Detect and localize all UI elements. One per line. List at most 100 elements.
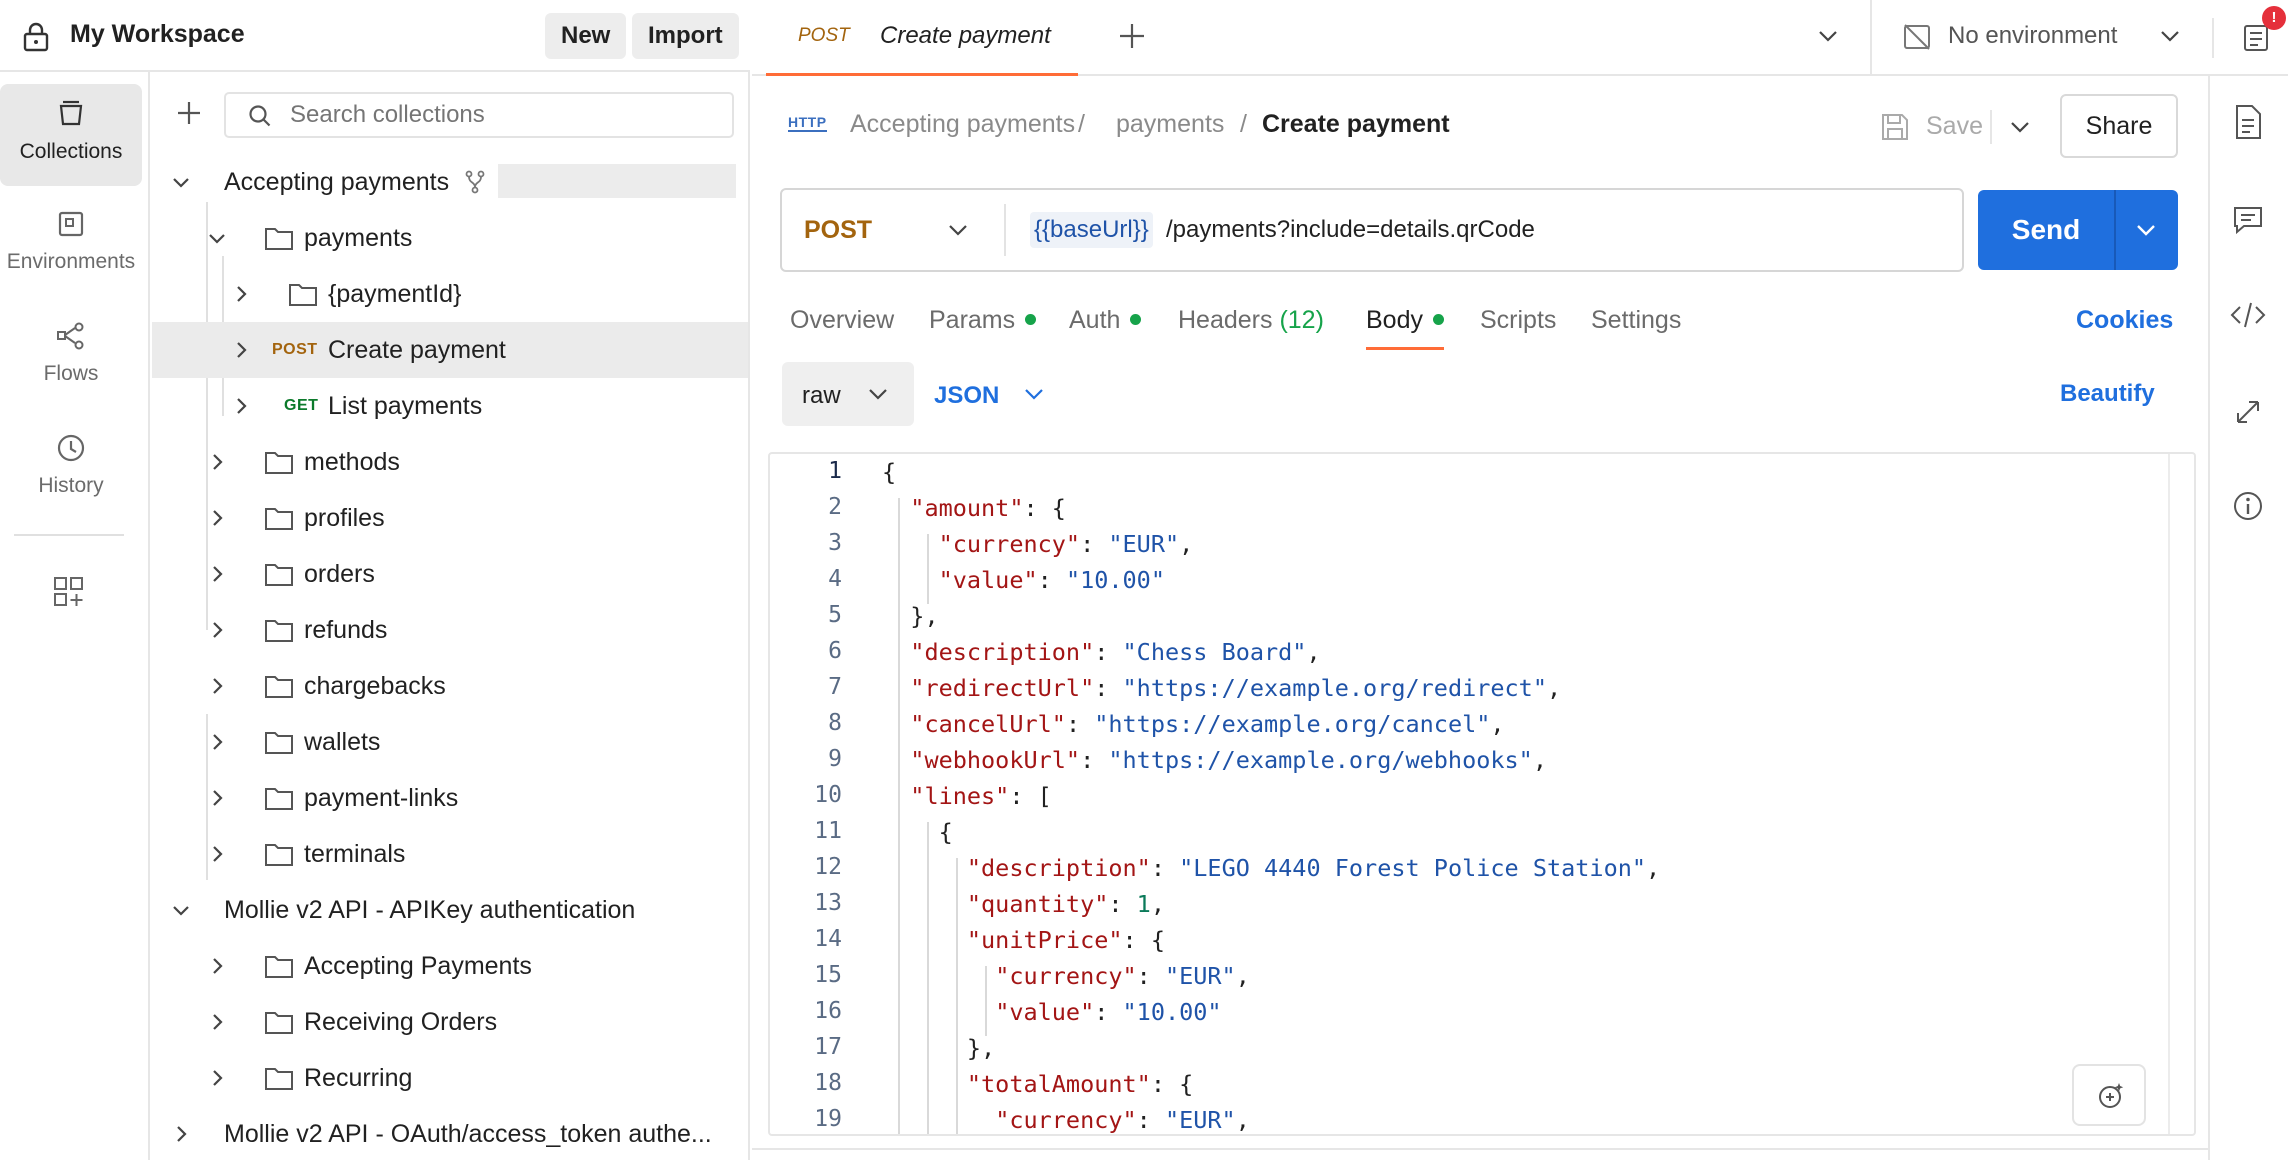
chevron-down-icon[interactable] [2134, 218, 2158, 242]
tree-item-folder[interactable]: payment-links [152, 770, 748, 826]
sparkle-icon [2099, 1083, 2124, 1108]
chevron-right-icon [213, 1070, 223, 1086]
workspace-title[interactable]: My Workspace [70, 20, 245, 49]
breadcrumb-separator: / [1078, 110, 1085, 138]
tab-settings[interactable]: Settings [1591, 306, 1681, 335]
new-button[interactable]: New [545, 13, 627, 59]
chevron-right-icon [213, 678, 223, 694]
tree-item-folder[interactable]: profiles [152, 490, 748, 546]
notifications-button[interactable]: ! [2242, 6, 2286, 58]
tree-item-folder[interactable]: refunds [152, 602, 748, 658]
chevron-down-icon [173, 906, 189, 916]
indent-guide [898, 498, 900, 1134]
code-editor[interactable]: 1 {2 "amount": {3 "currency": "EUR", 4 "va… [768, 452, 2196, 1136]
tree-item-folder[interactable]: methods [152, 434, 748, 490]
notification-badge: ! [2262, 6, 2286, 30]
folder-icon [265, 844, 293, 866]
rail-label: History [38, 474, 104, 497]
rail-collections[interactable]: Collections [0, 84, 142, 186]
tree-item-label: terminals [304, 839, 406, 868]
tree-item-request[interactable]: POST Create payment [152, 322, 748, 378]
related-collections-icon[interactable] [2232, 396, 2264, 428]
rail-environments[interactable]: Environments [0, 208, 142, 308]
status-dot [1025, 313, 1037, 325]
ai-assist-button[interactable] [2072, 1064, 2146, 1126]
environment-selector[interactable]: No environment [1902, 0, 2202, 76]
scrollbar-track[interactable] [2168, 454, 2170, 1134]
tab-label: Params [929, 306, 1016, 334]
plus-icon[interactable] [176, 100, 202, 126]
folder-icon [265, 452, 293, 474]
comments-icon[interactable] [2232, 204, 2264, 236]
save-button[interactable]: Save [1880, 98, 2004, 156]
import-button[interactable]: Import [632, 13, 739, 59]
tab-overview[interactable]: Overview [790, 306, 894, 335]
tab-create-payment[interactable]: POST Create payment [766, 0, 1078, 76]
tree-item-folder[interactable]: Accepting Payments [152, 938, 748, 994]
tab-headers[interactable]: Headers (12) [1178, 306, 1324, 335]
share-button[interactable]: Share [2060, 94, 2178, 158]
add-workspace-item-icon[interactable] [52, 575, 86, 609]
code-line: "webhookUrl": "https://example.org/webho… [910, 746, 1547, 774]
tree-item-folder[interactable]: orders [152, 546, 748, 602]
chevron-down-icon[interactable] [1816, 24, 1840, 48]
method-select[interactable]: POST [782, 190, 1004, 270]
divider [1870, 0, 1872, 76]
tab-scripts[interactable]: Scripts [1480, 306, 1556, 335]
breadcrumb-request[interactable]: Create payment [1262, 110, 1450, 139]
search-box[interactable] [224, 92, 734, 138]
tab-body[interactable]: Body [1366, 306, 1444, 350]
status-dot [1432, 313, 1444, 325]
body-format-select[interactable]: JSON [934, 362, 1054, 426]
headers-count: (12) [1279, 306, 1324, 334]
tree-item-folder[interactable]: payments [152, 210, 748, 266]
tree-item-folder[interactable]: wallets [152, 714, 748, 770]
fork-icon [465, 170, 485, 194]
search-input[interactable] [290, 98, 720, 132]
body-format-label: JSON [934, 382, 1000, 409]
document-icon[interactable] [2232, 104, 2264, 140]
method-badge: GET [284, 397, 319, 414]
request-header: HTTP Accepting payments / payments / Cre… [752, 78, 2208, 174]
flows-icon [0, 320, 142, 352]
tab-params[interactable]: Params [929, 306, 1037, 335]
info-icon[interactable] [2232, 490, 2264, 522]
tree-item-folder[interactable]: Receiving Orders [152, 994, 748, 1050]
tree-item-collection[interactable]: Mollie v2 API - OAuth/access_token authe… [152, 1106, 748, 1160]
tree-item-label: Accepting Payments [304, 951, 532, 980]
tab-auth[interactable]: Auth [1069, 306, 1142, 335]
chevron-right-icon [177, 1126, 187, 1142]
beautify-link[interactable]: Beautify [2060, 380, 2155, 408]
tree-item-request[interactable]: GET List payments [152, 378, 748, 434]
redacted-area [498, 164, 736, 198]
chevron-right-icon [237, 342, 247, 358]
tree-item-folder[interactable]: chargebacks [152, 658, 748, 714]
breadcrumb-folder[interactable]: payments [1116, 110, 1224, 139]
body-mode-select[interactable]: raw [782, 362, 914, 426]
tree-item-folder[interactable]: Recurring [152, 1050, 748, 1106]
code-line: { [882, 818, 953, 846]
cookies-link[interactable]: Cookies [2076, 306, 2173, 335]
tab-method: POST [798, 25, 850, 46]
line-number: 13 [814, 890, 842, 916]
send-button[interactable]: Send [1978, 190, 2114, 270]
breadcrumb-collection[interactable]: Accepting payments [850, 110, 1075, 139]
tree-item-collection[interactable]: Accepting payments [152, 154, 748, 210]
code-icon[interactable] [2230, 300, 2266, 330]
folder-icon [265, 676, 293, 698]
tree-item-folder[interactable]: terminals [152, 826, 748, 882]
folder-icon [265, 1068, 293, 1090]
tab-label: Headers [1178, 306, 1273, 334]
tree-item-folder[interactable]: {paymentId} [152, 266, 748, 322]
plus-icon[interactable] [1118, 22, 1146, 50]
url-input[interactable]: {{baseUrl}} /payments?include=details.qr… [1030, 190, 1950, 270]
tree-item-label: profiles [304, 503, 385, 532]
rail-flows[interactable]: Flows [0, 320, 142, 420]
right-rail [2208, 76, 2288, 1160]
chevron-down-icon[interactable] [2008, 115, 2032, 139]
tree-item-collection[interactable]: Mollie v2 API - APIKey authentication [152, 882, 748, 938]
tree-item-label: List payments [328, 391, 483, 420]
chevron-right-icon [213, 454, 223, 470]
line-number: 11 [814, 818, 842, 844]
rail-history[interactable]: History [0, 432, 142, 532]
